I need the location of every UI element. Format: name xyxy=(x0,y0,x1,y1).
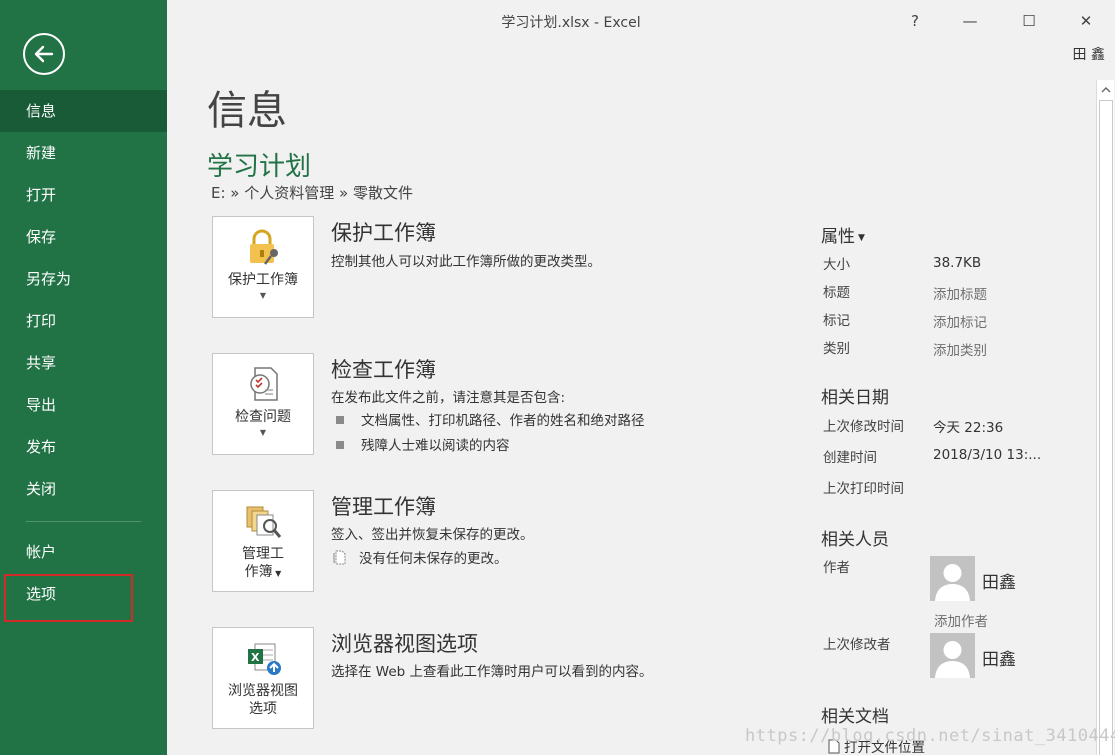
manage-workbook-label-1: 管理工 xyxy=(242,546,284,562)
manage-workbook-icon xyxy=(246,506,282,538)
browser-view-title: 浏览器视图选项 xyxy=(331,632,478,656)
maximize-button[interactable]: ☐ xyxy=(1014,8,1044,34)
add-tags-field[interactable]: 添加标记 xyxy=(933,311,987,331)
check-issues-label: 检查问题 xyxy=(235,409,291,425)
modifier-avatar[interactable] xyxy=(930,633,975,678)
browser-view-options-button[interactable]: X 浏览器视图 选项 xyxy=(212,627,314,729)
author-name[interactable]: 田鑫 xyxy=(982,568,1016,593)
properties-header-text: 属性 xyxy=(821,227,855,247)
related-people-header: 相关人员 xyxy=(821,530,889,550)
prop-size-value: 38.7KB xyxy=(933,255,982,271)
inspect-bullet-2: 残障人士难以阅读的内容 xyxy=(336,434,510,454)
prop-tags-label: 标记 xyxy=(823,313,850,329)
options-highlight-box xyxy=(4,574,133,622)
chevron-down-icon: ▼ xyxy=(259,428,267,437)
inspect-bullet-2-text: 残障人士难以阅读的内容 xyxy=(361,438,510,454)
minimize-button[interactable]: — xyxy=(955,8,985,34)
manage-workbook-label-2: 作簿 ▼ xyxy=(245,563,282,583)
created-label: 创建时间 xyxy=(823,450,877,466)
sidebar-item-export[interactable]: 导出 xyxy=(0,384,167,426)
back-button[interactable] xyxy=(23,33,65,75)
person-icon xyxy=(930,556,975,601)
protect-workbook-title: 保护工作簿 xyxy=(331,221,436,245)
bullet-square-icon xyxy=(336,416,344,424)
vertical-scrollbar[interactable] xyxy=(1096,80,1114,755)
protect-workbook-label: 保护工作簿 xyxy=(228,272,298,288)
author-avatar[interactable] xyxy=(930,556,975,601)
browser-view-desc: 选择在 Web 上查看此工作簿时用户可以看到的内容。 xyxy=(331,664,653,680)
inspect-workbook-desc: 在发布此文件之前，请注意其是否包含: xyxy=(331,390,566,406)
author-label: 作者 xyxy=(823,560,850,576)
browser-view-label-2: 选项 xyxy=(249,701,277,717)
protect-workbook-button[interactable]: 保护工作簿 ▼ xyxy=(212,216,314,318)
add-title-field[interactable]: 添加标题 xyxy=(933,283,987,303)
no-unsaved-changes: 没有任何未保存的更改。 xyxy=(333,547,508,567)
document-copy-icon xyxy=(333,550,346,565)
prop-size-label: 大小 xyxy=(823,257,850,273)
last-modified-value: 今天 22:36 xyxy=(933,420,1004,436)
help-button[interactable]: ? xyxy=(900,8,930,34)
chevron-down-icon: ▼ xyxy=(272,569,282,578)
svg-text:X: X xyxy=(251,651,260,664)
sidebar-item-new[interactable]: 新建 xyxy=(0,132,167,174)
sidebar-item-save[interactable]: 保存 xyxy=(0,216,167,258)
last-modified-label: 上次修改时间 xyxy=(823,419,904,435)
sidebar-divider xyxy=(26,521,141,522)
prop-title-label: 标题 xyxy=(823,285,850,301)
no-unsaved-changes-text: 没有任何未保存的更改。 xyxy=(359,551,508,567)
backstage-sidebar: 信息 新建 打开 保存 另存为 打印 共享 导出 发布 关闭 帐户 选项 xyxy=(0,0,167,755)
sidebar-item-account[interactable]: 帐户 xyxy=(0,531,167,573)
inspect-workbook-title: 检查工作簿 xyxy=(331,358,436,382)
inspect-bullet-1: 文档属性、打印机路径、作者的姓名和绝对路径 xyxy=(336,409,645,429)
protect-workbook-desc: 控制其他人可以对此工作簿所做的更改类型。 xyxy=(331,254,601,270)
sidebar-item-info[interactable]: 信息 xyxy=(0,90,167,132)
chevron-down-icon: ▼ xyxy=(858,233,865,243)
related-documents-header: 相关文档 xyxy=(821,707,889,727)
last-printed-label: 上次打印时间 xyxy=(823,481,904,497)
document-title: 学习计划 xyxy=(207,152,312,182)
prop-category-label: 类别 xyxy=(823,341,850,357)
scroll-up-icon[interactable] xyxy=(1100,84,1112,96)
check-issues-button[interactable]: 检查问题 ▼ xyxy=(212,353,314,455)
add-category-field[interactable]: 添加类别 xyxy=(933,339,987,359)
breadcrumb[interactable]: E: » 个人资料管理 » 零散文件 xyxy=(211,182,413,203)
created-value: 2018/3/10 13:... xyxy=(933,447,1042,463)
manage-workbook-label-2-text: 作簿 xyxy=(244,564,273,580)
sidebar-item-save-as[interactable]: 另存为 xyxy=(0,258,167,300)
properties-header[interactable]: 属性 ▼ xyxy=(821,222,865,247)
bullet-square-icon xyxy=(336,441,344,449)
chevron-down-icon: ▼ xyxy=(259,291,267,300)
inspect-document-icon xyxy=(250,367,278,401)
related-dates-header: 相关日期 xyxy=(821,388,889,408)
manage-workbook-button[interactable]: 管理工 作簿 ▼ xyxy=(212,490,314,592)
inspect-bullet-1-text: 文档属性、打印机路径、作者的姓名和绝对路径 xyxy=(361,413,645,429)
add-author-link[interactable]: 添加作者 xyxy=(934,610,988,630)
watermark-text: https://blog.csdn.net/sinat_34104446 xyxy=(745,726,1115,746)
sidebar-item-open[interactable]: 打开 xyxy=(0,174,167,216)
manage-workbook-desc: 签入、签出并恢复未保存的更改。 xyxy=(331,527,534,543)
browser-view-label-1: 浏览器视图 xyxy=(228,683,298,699)
lock-key-icon xyxy=(250,229,278,265)
sidebar-item-publish[interactable]: 发布 xyxy=(0,426,167,468)
last-modified-by-label: 上次修改者 xyxy=(823,637,891,653)
manage-workbook-title: 管理工作簿 xyxy=(331,495,436,519)
back-arrow-icon xyxy=(34,45,54,63)
sidebar-item-print[interactable]: 打印 xyxy=(0,300,167,342)
browser-view-icon: X xyxy=(248,643,281,675)
sidebar-item-share[interactable]: 共享 xyxy=(0,342,167,384)
sidebar-nav: 信息 新建 打开 保存 另存为 打印 共享 导出 发布 关闭 xyxy=(0,90,167,510)
page-title: 信息 xyxy=(207,88,287,134)
person-icon xyxy=(930,633,975,678)
title-bar: 学习计划.xlsx - Excel ? — ☐ ✕ xyxy=(167,0,1115,42)
modifier-name[interactable]: 田鑫 xyxy=(982,645,1016,670)
close-button[interactable]: ✕ xyxy=(1071,8,1101,34)
scroll-thumb[interactable] xyxy=(1099,100,1113,755)
sidebar-item-close[interactable]: 关闭 xyxy=(0,468,167,510)
user-name[interactable]: 田 鑫 xyxy=(1073,44,1105,64)
